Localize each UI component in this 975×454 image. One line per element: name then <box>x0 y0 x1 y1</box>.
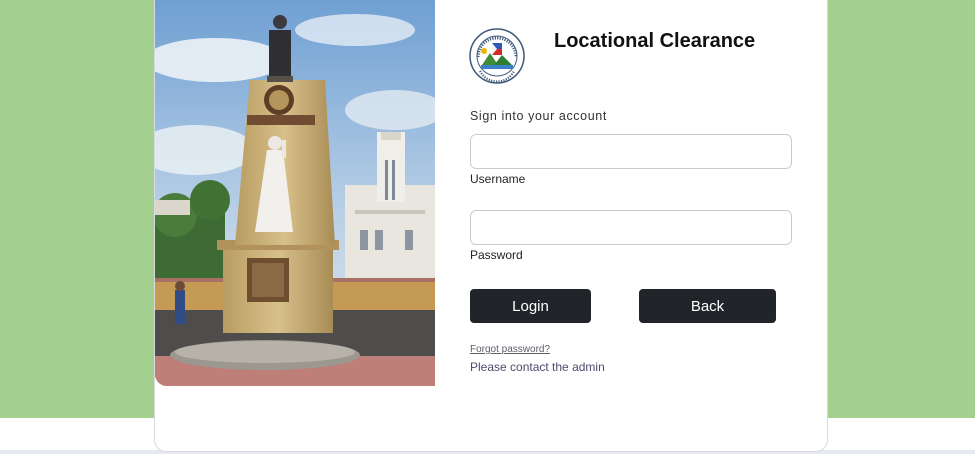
monument-photo <box>155 0 435 386</box>
back-button[interactable]: Back <box>639 289 776 323</box>
username-input[interactable] <box>470 134 792 169</box>
password-input[interactable] <box>470 210 792 245</box>
contact-admin-text: Please contact the admin <box>470 360 605 374</box>
login-button[interactable]: Login <box>470 289 591 323</box>
municipality-seal-icon <box>468 27 526 85</box>
username-label: Username <box>470 172 526 186</box>
sign-in-subtitle: Sign into your account <box>470 109 607 123</box>
forgot-password-link[interactable]: Forgot password? <box>470 344 550 355</box>
password-label: Password <box>470 248 523 262</box>
page-title: Locational Clearance <box>554 30 756 52</box>
